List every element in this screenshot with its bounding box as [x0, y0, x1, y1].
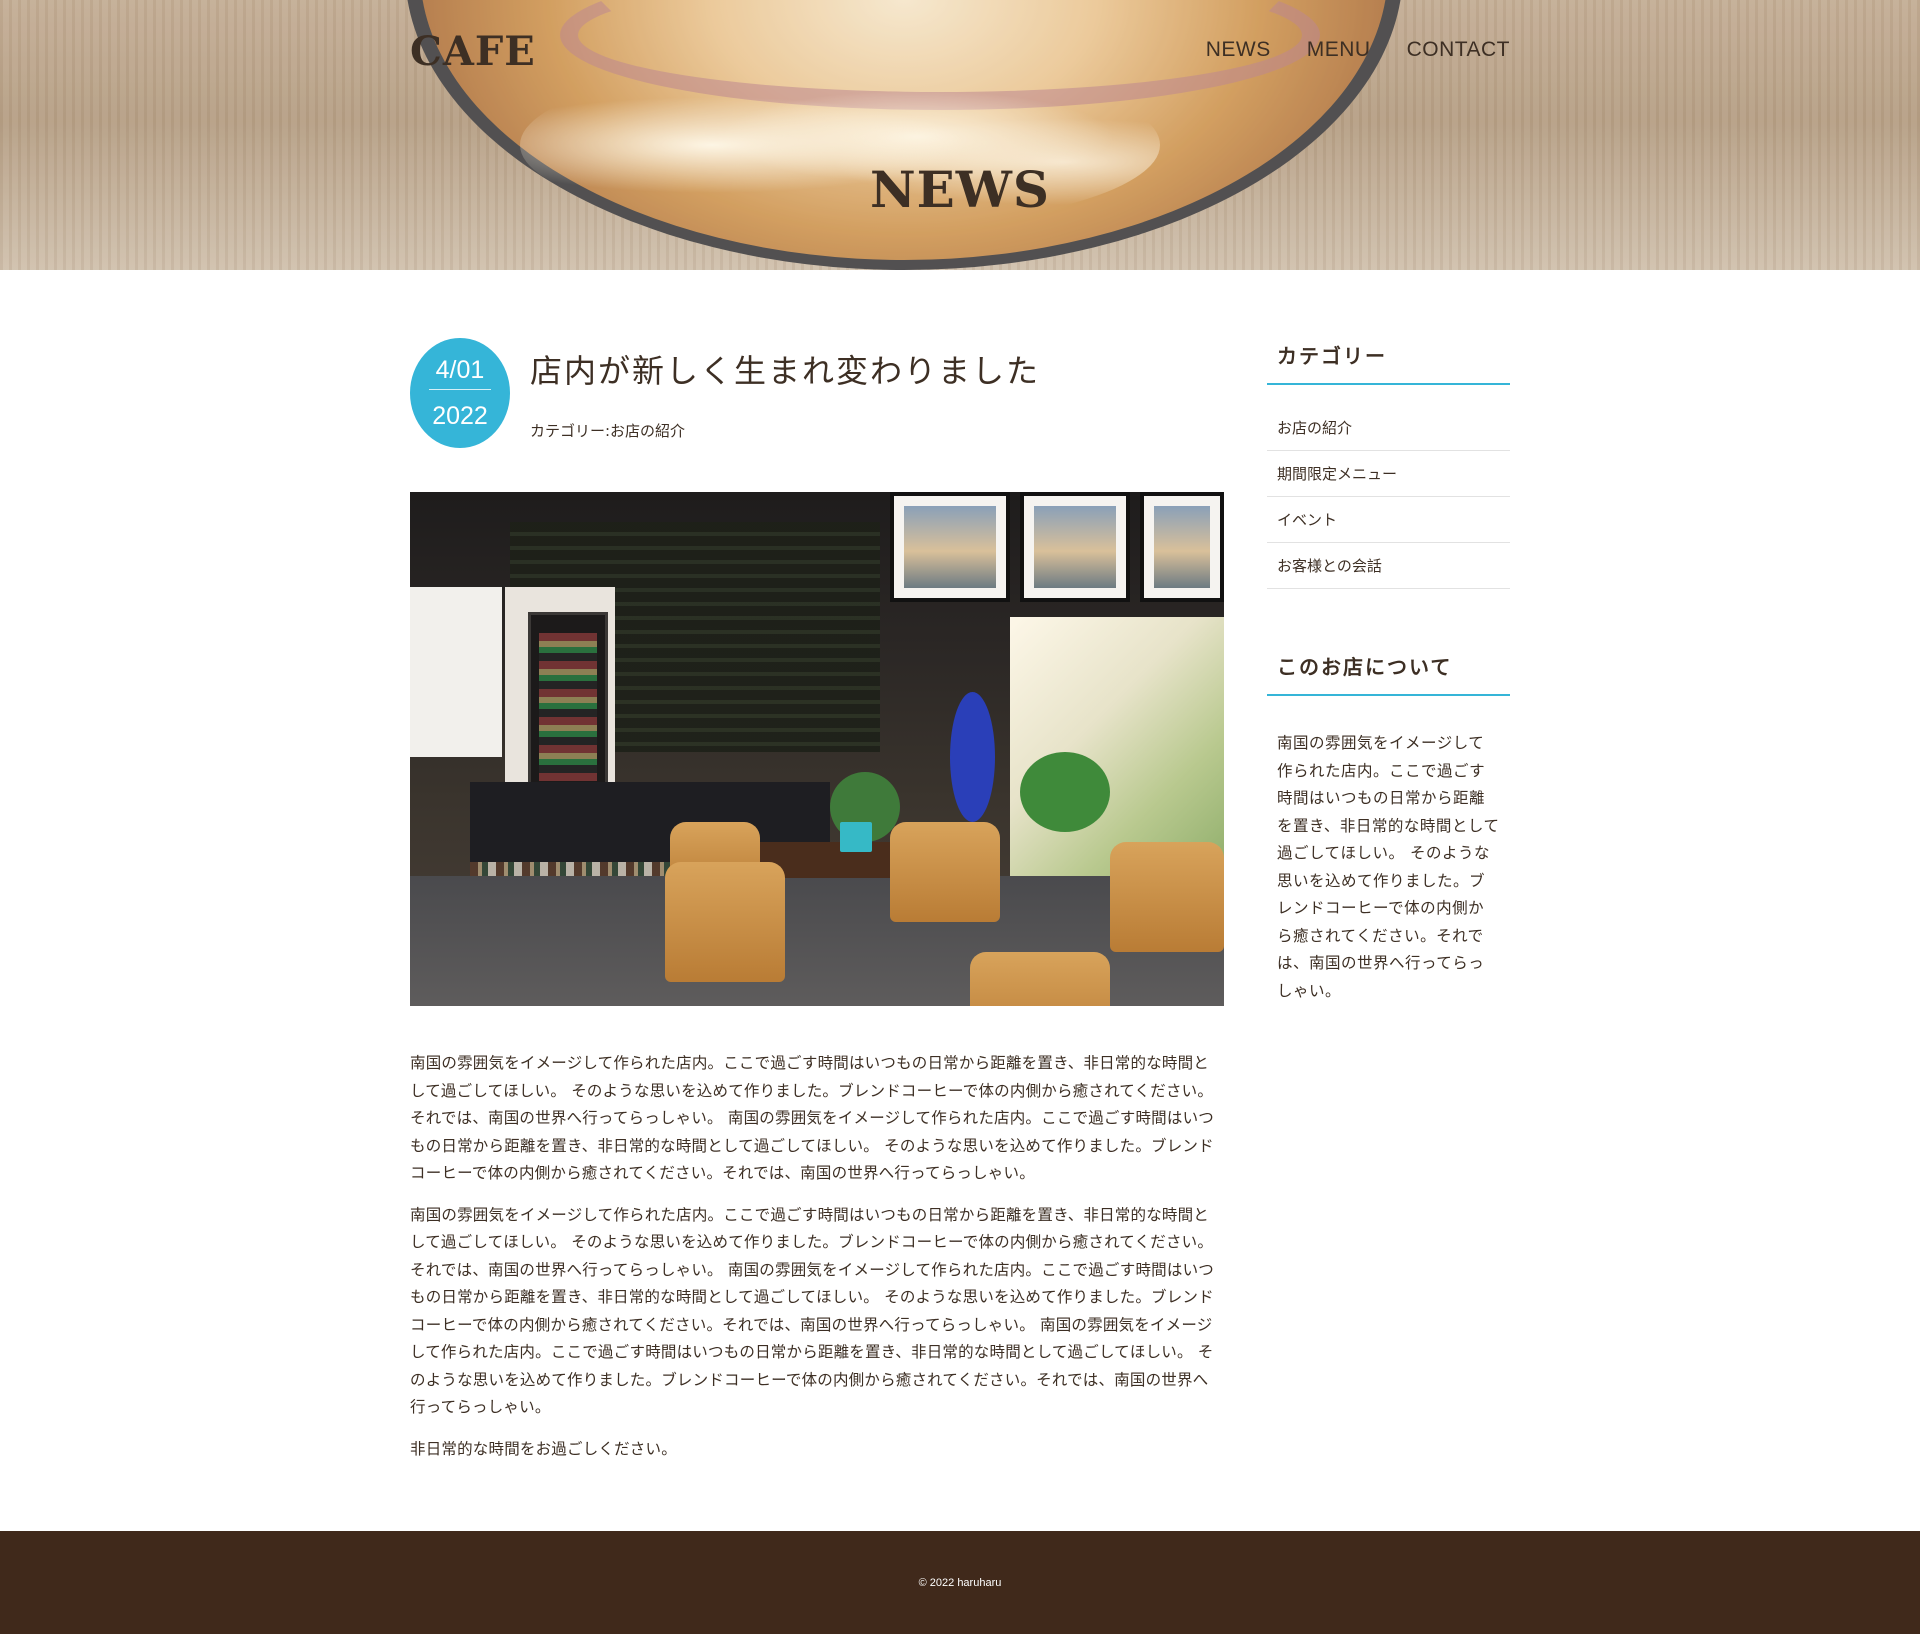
nav-menu[interactable]: MENU: [1307, 38, 1371, 62]
article-paragraph: 南国の雰囲気をイメージして作られた店内。ここで過ごす時間はいつもの日常から距離を…: [410, 1054, 1214, 1182]
article-paragraph: 非日常的な時間をお過ごしください。: [410, 1439, 677, 1458]
category-link-shop-intro[interactable]: お店の紹介: [1267, 405, 1510, 450]
article-title: 店内が新しく生まれ変わりました: [530, 352, 1041, 390]
article-body: 南国の雰囲気をイメージして作られた店内。ここで過ごす時間はいつもの日常から距離を…: [410, 1050, 1224, 1463]
cafe-interior-photo: [410, 492, 1224, 1006]
category-widget: カテゴリー お店の紹介 期間限定メニュー イベント お客様との会話: [1267, 338, 1510, 589]
article-paragraph: 南国の雰囲気をイメージして作られた店内。ここで過ごす時間はいつもの日常から距離を…: [410, 1205, 1214, 1417]
article-header: 4/01 2022 店内が新しく生まれ変わりました カテゴリー:お店の紹介: [410, 338, 1224, 448]
nav-news[interactable]: NEWS: [1206, 38, 1271, 62]
article-category: カテゴリー:お店の紹介: [530, 422, 686, 440]
category-link-event[interactable]: イベント: [1267, 497, 1510, 542]
date-year: 2022: [432, 401, 488, 430]
news-article: 4/01 2022 店内が新しく生まれ変わりました カテゴリー:お店の紹介 南国…: [410, 338, 1224, 1463]
category-link-limited-menu[interactable]: 期間限定メニュー: [1267, 451, 1510, 496]
copyright: © 2022 haruharu: [918, 1576, 1002, 1589]
category-widget-title: カテゴリー: [1267, 338, 1510, 385]
nav-contact[interactable]: CONTACT: [1407, 38, 1510, 62]
main-content: 4/01 2022 店内が新しく生まれ変わりました カテゴリー:お店の紹介 南国…: [410, 338, 1224, 1477]
category-list: お店の紹介 期間限定メニュー イベント お客様との会話: [1267, 405, 1510, 589]
site-footer: © 2022 haruharu: [0, 1531, 1920, 1634]
hero-header: CAFE NEWS MENU CONTACT NEWS: [0, 0, 1920, 270]
sidebar: カテゴリー お店の紹介 期間限定メニュー イベント お客様との会話 このお店につ…: [1267, 338, 1510, 1477]
about-widget-title: このお店について: [1267, 649, 1510, 696]
date-badge: 4/01 2022: [410, 338, 510, 448]
global-nav: NEWS MENU CONTACT: [1206, 38, 1510, 62]
about-widget: このお店について 南国の雰囲気をイメージして作られた店内。ここで過ごす時間はいつ…: [1267, 649, 1510, 1005]
about-text: 南国の雰囲気をイメージして作られた店内。ここで過ごす時間はいつもの日常から距離を…: [1277, 734, 1500, 1000]
date-month-day: 4/01: [429, 356, 491, 390]
category-link-customer-talk[interactable]: お客様との会話: [1267, 543, 1510, 588]
page-title: NEWS: [869, 160, 1051, 219]
content-wrapper: 4/01 2022 店内が新しく生まれ変わりました カテゴリー:お店の紹介 南国…: [410, 270, 1510, 1477]
site-logo[interactable]: CAFE: [410, 28, 536, 75]
